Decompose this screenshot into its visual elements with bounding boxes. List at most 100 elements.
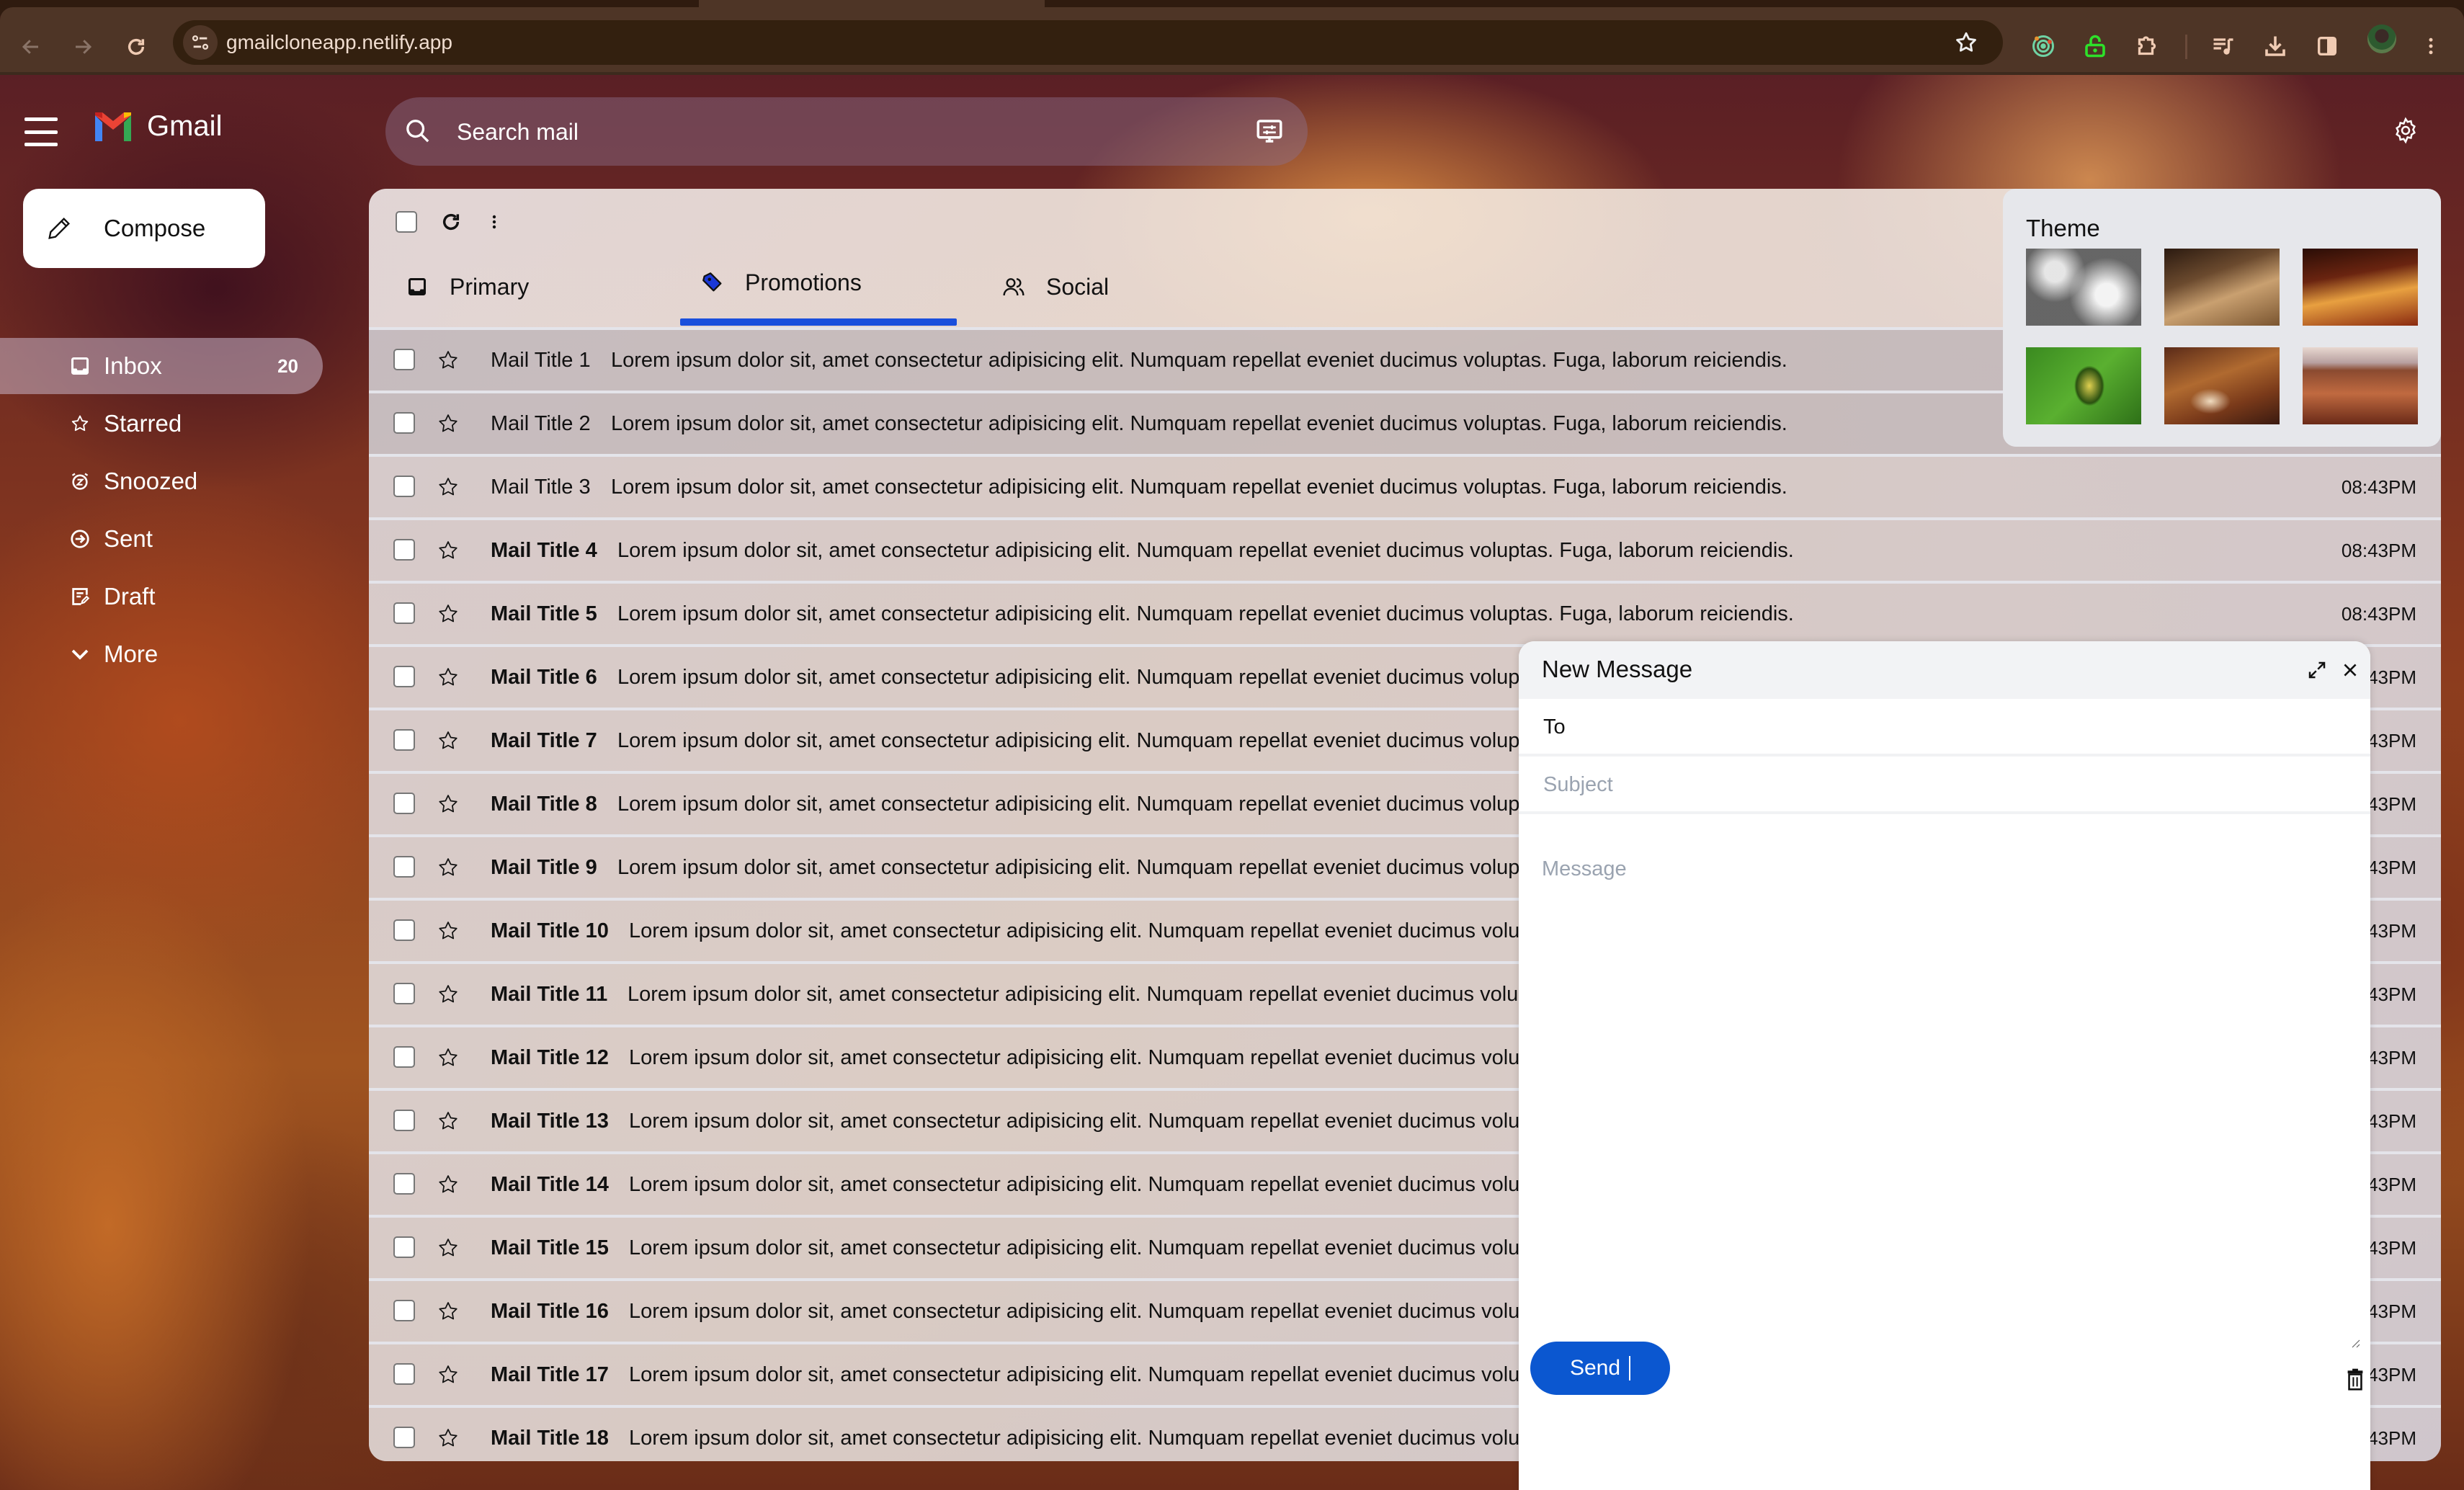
expand-compose-button[interactable]: [2304, 657, 2330, 683]
email-select-checkbox[interactable]: [393, 1173, 415, 1195]
email-select-checkbox[interactable]: [393, 729, 415, 751]
star-toggle-icon[interactable]: [435, 918, 461, 944]
email-select-checkbox[interactable]: [393, 1236, 415, 1258]
star-toggle-icon[interactable]: [435, 664, 461, 690]
settings-button[interactable]: [2390, 115, 2421, 146]
menu-line: [24, 117, 58, 121]
email-select-checkbox[interactable]: [393, 1427, 415, 1448]
browser-menu-button[interactable]: [2414, 29, 2448, 63]
email-row[interactable]: Mail Title 3 Lorem ipsum dolor sit, amet …: [369, 454, 2441, 517]
subject-input[interactable]: [1542, 757, 2337, 813]
email-title: Mail Title 13: [491, 1109, 609, 1133]
star-toggle-icon[interactable]: [435, 1108, 461, 1134]
email-select-checkbox[interactable]: [393, 602, 415, 624]
star-toggle-icon[interactable]: [435, 537, 461, 563]
downloads-button[interactable]: [2258, 29, 2293, 63]
site-info-button[interactable]: [183, 25, 218, 60]
email-select-checkbox[interactable]: [393, 1110, 415, 1131]
sidebar-item-starred[interactable]: Starred: [0, 396, 323, 452]
sidebar-item-label: More: [104, 641, 159, 667]
gmail-logo[interactable]: Gmail: [92, 110, 222, 143]
star-toggle-icon[interactable]: [435, 411, 461, 437]
sidebar-item-sent[interactable]: Sent: [0, 511, 323, 567]
compose-button[interactable]: Compose: [23, 189, 265, 268]
theme-thumb-horseshoe-bend[interactable]: [2303, 347, 2418, 424]
checkbox-box: [393, 476, 415, 497]
email-select-checkbox[interactable]: [393, 1363, 415, 1385]
email-select-checkbox[interactable]: [393, 983, 415, 1004]
media-queue-button[interactable]: [2206, 29, 2241, 63]
discard-draft-button[interactable]: [2344, 1366, 2366, 1392]
star-toggle-icon[interactable]: [435, 1172, 461, 1197]
close-compose-button[interactable]: [2337, 657, 2363, 683]
star-toggle-icon[interactable]: [435, 347, 461, 373]
email-select-checkbox[interactable]: [393, 793, 415, 814]
bookmark-button[interactable]: [1951, 27, 1981, 58]
theme-thumb-autumn-leaves[interactable]: [2164, 347, 2280, 424]
star-toggle-icon[interactable]: [435, 855, 461, 880]
theme-thumb-steel-pipes[interactable]: [2026, 249, 2141, 326]
search-bar[interactable]: [385, 97, 1308, 167]
sidebar-item-more[interactable]: More: [0, 626, 323, 682]
star-toggle-icon[interactable]: [435, 791, 461, 817]
email-select-checkbox[interactable]: [393, 476, 415, 497]
refresh-button[interactable]: [435, 206, 467, 238]
email-select-checkbox[interactable]: [393, 856, 415, 878]
forward-button[interactable]: [66, 30, 99, 63]
side-panel-button[interactable]: [2310, 29, 2344, 63]
address-bar[interactable]: gmailcloneapp.netlify.app: [173, 20, 2003, 65]
to-input[interactable]: [1542, 699, 2337, 755]
star-toggle-icon[interactable]: [435, 728, 461, 754]
search-options-button[interactable]: [1251, 113, 1287, 149]
star-toggle-icon[interactable]: [435, 981, 461, 1007]
email-select-checkbox[interactable]: [393, 1300, 415, 1321]
star-toggle-icon[interactable]: [435, 1425, 461, 1451]
orbit-extension-button[interactable]: [2026, 29, 2061, 63]
back-button[interactable]: [14, 30, 48, 63]
theme-thumb-caterpillar[interactable]: [2026, 347, 2141, 424]
send-button[interactable]: Send: [1530, 1342, 1670, 1395]
extensions-button[interactable]: [2130, 29, 2164, 63]
sidebar-item-snoozed[interactable]: Snoozed: [0, 453, 323, 509]
tab-primary[interactable]: Primary: [405, 248, 529, 326]
search-button[interactable]: [400, 113, 436, 149]
select-all-checkbox[interactable]: [390, 206, 422, 238]
email-row[interactable]: Mail Title 4 Lorem ipsum dolor sit, amet …: [369, 517, 2441, 581]
email-select-checkbox[interactable]: [393, 919, 415, 941]
star-toggle-icon[interactable]: [435, 1362, 461, 1388]
email-select-checkbox[interactable]: [393, 1046, 415, 1068]
checkbox-box: [396, 211, 417, 233]
star-toggle-icon[interactable]: [435, 474, 461, 500]
theme-thumb-chess[interactable]: [2164, 249, 2280, 326]
close-icon: [2344, 664, 2357, 677]
resize-handle-icon[interactable]: [2349, 1337, 2360, 1348]
star-toggle-icon[interactable]: [435, 1298, 461, 1324]
arrow-left-icon: [22, 40, 38, 54]
email-time: 08:43PM: [2341, 539, 2416, 561]
search-icon: [406, 120, 429, 143]
reload-button[interactable]: [120, 30, 153, 63]
email-select-checkbox[interactable]: [393, 666, 415, 687]
email-row[interactable]: Mail Title 5 Lorem ipsum dolor sit, amet …: [369, 581, 2441, 644]
email-title: Mail Title 10: [491, 919, 609, 942]
tab-promotions[interactable]: Promotions: [700, 244, 862, 321]
checkbox-box: [393, 1236, 415, 1258]
email-title: Mail Title 17: [491, 1362, 609, 1386]
search-input[interactable]: [455, 97, 1215, 167]
unlock-extension-button[interactable]: [2078, 29, 2112, 63]
star-toggle-icon[interactable]: [435, 1235, 461, 1261]
tab-social[interactable]: Social: [1001, 248, 1109, 326]
message-body-textarea[interactable]: [1542, 857, 2347, 1333]
star-toggle-icon[interactable]: [435, 601, 461, 627]
star-toggle-icon[interactable]: [435, 1045, 461, 1071]
email-select-checkbox[interactable]: [393, 349, 415, 370]
profile-avatar[interactable]: [2367, 24, 2396, 53]
theme-thumb-canyon-light[interactable]: [2303, 249, 2418, 326]
sidebar-item-inbox[interactable]: Inbox 20: [0, 338, 323, 394]
sidebar-item-draft[interactable]: Draft: [0, 568, 323, 625]
email-title: Mail Title 14: [491, 1172, 609, 1196]
email-select-checkbox[interactable]: [393, 539, 415, 561]
main-menu-button[interactable]: [24, 117, 58, 146]
more-options-button[interactable]: [478, 206, 510, 238]
email-select-checkbox[interactable]: [393, 412, 415, 434]
